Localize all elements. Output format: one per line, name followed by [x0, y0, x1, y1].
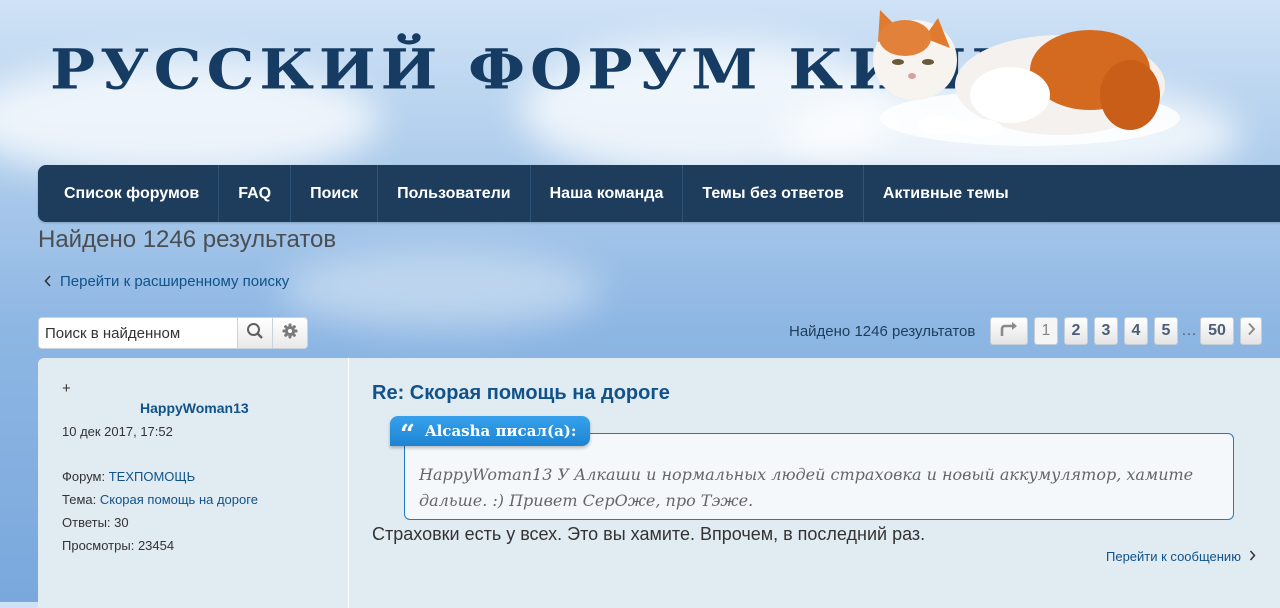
forum-row: Форум: ТЕХПОМОЩЬ — [62, 469, 195, 484]
post-body: Страховки есть у всех. Это вы хамите. Вп… — [372, 524, 926, 544]
nav-members[interactable]: Пользователи — [378, 165, 531, 222]
replies-value: 30 — [114, 515, 129, 530]
quote-author-label: “ Alcasha писал(а): — [390, 416, 591, 450]
topic-row: Тема: Скорая помощь на дороге — [62, 492, 258, 507]
jump-to-page-icon — [999, 321, 1019, 342]
views-row: Просмотры: 23454 — [62, 538, 174, 553]
goto-post-label: Перейти к сообщению — [1106, 549, 1241, 564]
replies-row: Ответы: 30 — [62, 515, 129, 530]
nav-team[interactable]: Наша команда — [531, 165, 684, 222]
forum-link[interactable]: ТЕХПОМОЩЬ — [109, 469, 195, 484]
pagination-ellipsis: … — [1181, 322, 1197, 339]
post-profile: + HappyWoman13 10 дек 2017, 17:52 Форум:… — [38, 358, 349, 608]
search-icon — [246, 322, 264, 345]
quote-icon: “ — [400, 420, 415, 450]
results-heading: Найдено 1246 результатов — [38, 226, 337, 253]
author-link[interactable]: HappyWoman13 — [140, 400, 249, 416]
search-input[interactable] — [39, 318, 237, 348]
page-1[interactable]: 1 — [1034, 317, 1058, 345]
chevron-left-icon — [44, 274, 52, 290]
goto-post-link[interactable]: Перейти к сообщению — [1106, 549, 1256, 564]
chevron-right-icon — [1249, 549, 1256, 564]
site-header: Русский форум Кипра — [0, 0, 1280, 160]
views-value: 23454 — [137, 538, 175, 553]
pagination: 1 2 3 4 5 … 50 — [990, 317, 1262, 345]
quote-block: HappyWoman13 У Алкаши и нормальных людей… — [404, 433, 1234, 520]
search-result-post: + HappyWoman13 10 дек 2017, 17:52 Форум:… — [38, 358, 1280, 608]
post-date: 10 дек 2017, 17:52 — [62, 424, 173, 439]
gear-icon — [282, 323, 298, 344]
expand-marker: + — [62, 380, 71, 397]
main-navbar: Список форумов FAQ Поиск Пользователи На… — [38, 165, 1280, 222]
topic-link[interactable]: Скорая помощь на дороге — [100, 492, 258, 507]
forum-label: Форум: — [62, 469, 106, 484]
search-within-results — [38, 317, 308, 349]
chevron-right-icon — [1247, 322, 1256, 341]
quote-author: Alcasha писал(а): — [424, 422, 577, 440]
nav-search[interactable]: Поиск — [291, 165, 379, 222]
views-label: Просмотры: — [62, 538, 135, 553]
cloud-decoration — [280, 250, 600, 330]
next-page-button[interactable] — [1240, 317, 1262, 345]
page-last[interactable]: 50 — [1200, 317, 1234, 345]
page-5[interactable]: 5 — [1154, 317, 1178, 345]
topic-label: Тема: — [62, 492, 97, 507]
advanced-search-link[interactable]: Перейти к расширенному поиску — [44, 273, 289, 290]
search-button[interactable] — [237, 318, 272, 348]
page-4[interactable]: 4 — [1124, 317, 1148, 345]
post-title[interactable]: Re: Скорая помощь на дороге — [372, 382, 670, 405]
cat-image — [873, 10, 1180, 146]
advanced-search-button[interactable] — [272, 318, 307, 348]
nav-unanswered[interactable]: Темы без ответов — [683, 165, 864, 222]
advanced-search-label: Перейти к расширенному поиску — [60, 273, 290, 290]
page-2[interactable]: 2 — [1064, 317, 1088, 345]
page-3[interactable]: 3 — [1094, 317, 1118, 345]
nav-faq[interactable]: FAQ — [219, 165, 292, 222]
pagination-result-count: Найдено 1246 результатов — [789, 323, 976, 340]
nav-active-topics[interactable]: Активные темы — [864, 165, 1028, 222]
quote-text: HappyWoman13 У Алкаши и нормальных людей… — [419, 465, 1194, 510]
nav-forum-list[interactable]: Список форумов — [38, 165, 220, 222]
replies-label: Ответы: — [62, 515, 111, 530]
jump-to-page-button[interactable] — [990, 317, 1028, 345]
